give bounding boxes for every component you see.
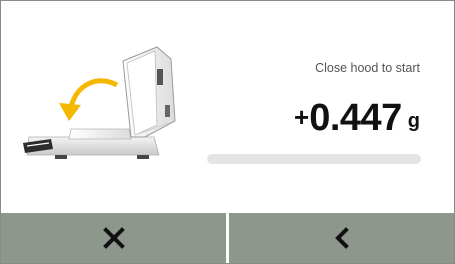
balance-hood-closing-icon xyxy=(19,45,194,170)
weight-readout: +0.447 g xyxy=(200,97,420,140)
cancel-button[interactable] xyxy=(1,213,226,263)
progress-bar xyxy=(207,154,421,164)
balance-screen: Close hood to start +0.447 g xyxy=(0,0,455,264)
chevron-left-icon xyxy=(334,227,349,249)
weight-value: 0.447 xyxy=(309,97,402,139)
status-message: Close hood to start xyxy=(315,61,420,75)
close-icon xyxy=(102,227,125,249)
back-button[interactable] xyxy=(229,213,454,263)
weight-sign: + xyxy=(294,102,310,132)
weight-unit: g xyxy=(407,110,420,132)
footer-bar xyxy=(1,213,454,263)
